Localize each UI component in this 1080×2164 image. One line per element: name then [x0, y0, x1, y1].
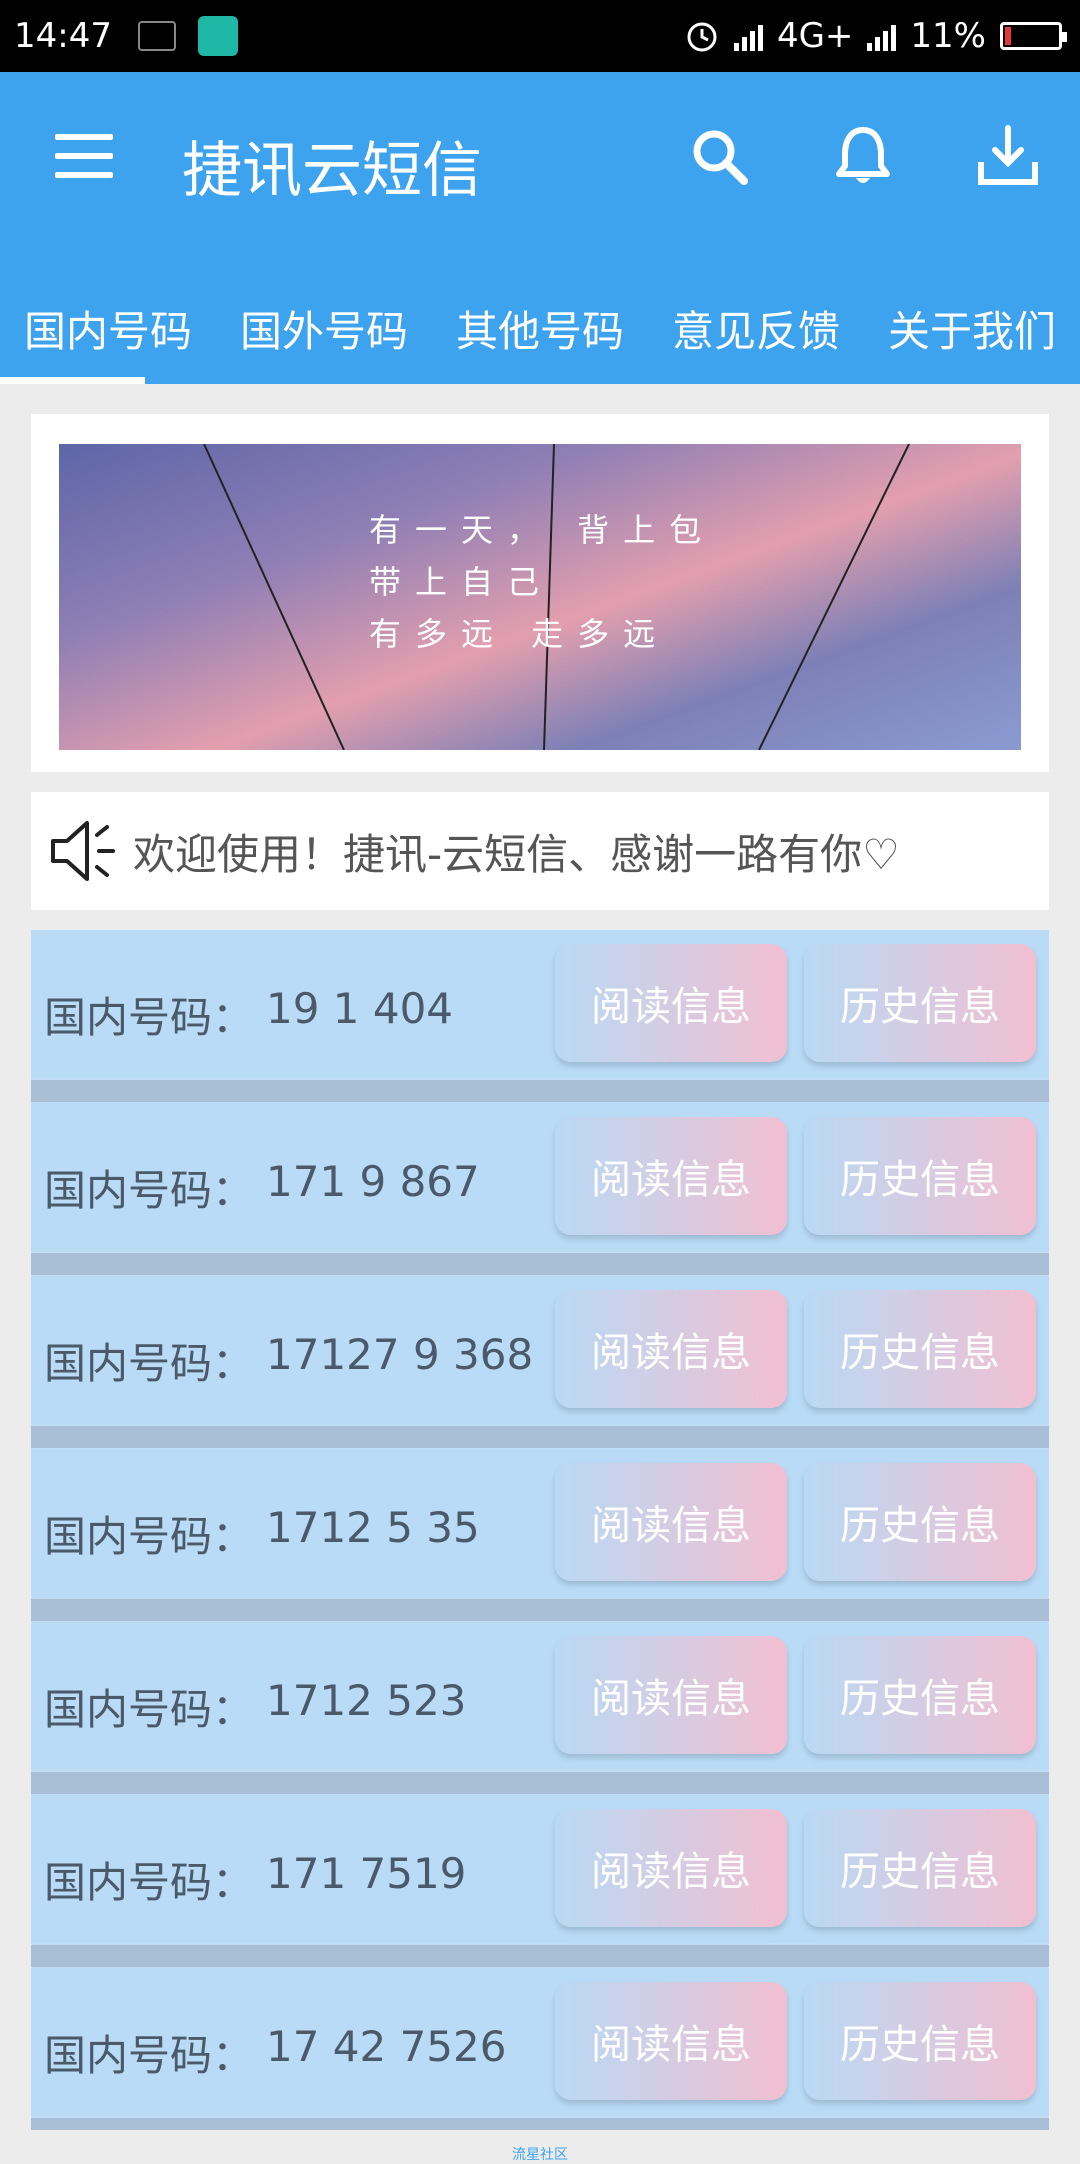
number-row: 国内号码： 1712 523 阅读信息 历史信息: [31, 1622, 1049, 1770]
app-bar: 捷讯云短信 国内号码 国外号码 其他号码 意见反馈 关于我们: [0, 72, 1080, 384]
row-divider: [31, 1253, 1049, 1275]
number-label: 国内号码：: [44, 1512, 255, 1561]
status-time: 14:47: [14, 16, 112, 56]
number-label: 国内号码：: [44, 993, 255, 1042]
row-divider: [31, 1426, 1049, 1448]
history-messages-button[interactable]: 历史信息: [804, 1809, 1036, 1927]
signal-icon-2: [867, 21, 897, 51]
number-label: 国内号码：: [44, 1858, 255, 1907]
history-messages-button[interactable]: 历史信息: [804, 1982, 1036, 2100]
phone-number: 1712 523: [266, 1676, 467, 1725]
number-list: 国内号码： 19 1 404 阅读信息 历史信息 国内号码： 171 9 867…: [31, 930, 1049, 2130]
number-row: 国内号码： 19 1 404 阅读信息 历史信息: [31, 930, 1049, 1078]
notification-bell-icon[interactable]: [828, 122, 898, 192]
history-messages-button[interactable]: 历史信息: [804, 1636, 1036, 1754]
notice-text: 欢迎使用！捷讯-云短信、感谢一路有你♡: [133, 829, 900, 879]
poem-line: 有多远 走多远: [369, 615, 670, 653]
row-divider: [31, 1772, 1049, 1794]
poem-line: 带上自己: [369, 563, 554, 601]
tab-other[interactable]: 其他号码: [432, 282, 648, 384]
network-type: 4G+: [776, 16, 854, 56]
row-divider: [31, 2118, 1049, 2130]
read-messages-button[interactable]: 阅读信息: [555, 1636, 787, 1754]
download-icon[interactable]: [973, 122, 1043, 192]
read-messages-button[interactable]: 阅读信息: [555, 1117, 787, 1235]
tab-bar: 国内号码 国外号码 其他号码 意见反馈 关于我们: [0, 282, 1080, 384]
read-messages-button[interactable]: 阅读信息: [555, 1290, 787, 1408]
speaker-icon: [51, 821, 115, 881]
signal-icon: [733, 21, 763, 51]
tab-feedback[interactable]: 意见反馈: [648, 282, 864, 384]
row-divider: [31, 1080, 1049, 1102]
banner-poem: 有一天， 背上包 带上自己 有多远 走多远: [369, 504, 715, 660]
banner-image[interactable]: 有一天， 背上包 带上自己 有多远 走多远: [59, 444, 1021, 750]
scan-notification-icon: [197, 16, 238, 56]
tab-domestic[interactable]: 国内号码: [0, 282, 216, 384]
number-row: 国内号码： 171 7519 阅读信息 历史信息: [31, 1795, 1049, 1943]
read-messages-button[interactable]: 阅读信息: [555, 1982, 787, 2100]
search-icon[interactable]: [685, 122, 755, 192]
number-row: 国内号码： 17127 9 368 阅读信息 历史信息: [31, 1276, 1049, 1424]
history-messages-button[interactable]: 历史信息: [804, 1290, 1036, 1408]
phone-number: 171 7519: [266, 1849, 467, 1898]
tab-foreign[interactable]: 国外号码: [216, 282, 432, 384]
battery-icon: [1000, 22, 1067, 50]
battery-percent: 11%: [910, 16, 986, 56]
active-tab-indicator: [0, 377, 145, 384]
number-row: 国内号码： 171 9 867 阅读信息 历史信息: [31, 1103, 1049, 1251]
row-divider: [31, 1945, 1049, 1967]
notice-bar: 欢迎使用！捷讯-云短信、感谢一路有你♡: [31, 792, 1049, 910]
number-row: 国内号码： 17 42 7526 阅读信息 历史信息: [31, 1968, 1049, 2116]
history-messages-button[interactable]: 历史信息: [804, 944, 1036, 1062]
watermark: 流星社区: [512, 2147, 568, 2163]
read-messages-button[interactable]: 阅读信息: [555, 1809, 787, 1927]
battery-level: [1005, 27, 1011, 45]
phone-number: 19 1 404: [266, 984, 454, 1033]
number-label: 国内号码：: [44, 1166, 255, 1215]
status-bar: 14:47 4G+ 11%: [0, 0, 1080, 72]
number-row: 国内号码： 1712 5 35 阅读信息 历史信息: [31, 1449, 1049, 1597]
phone-number: 1712 5 35: [266, 1503, 480, 1552]
history-messages-button[interactable]: 历史信息: [804, 1463, 1036, 1581]
app-notification-icon: [137, 21, 176, 51]
history-messages-button[interactable]: 历史信息: [804, 1117, 1036, 1235]
read-messages-button[interactable]: 阅读信息: [555, 1463, 787, 1581]
tab-about[interactable]: 关于我们: [864, 282, 1080, 384]
phone-number: 17 42 7526: [266, 2022, 507, 2071]
menu-icon[interactable]: [55, 134, 113, 178]
number-label: 国内号码：: [44, 2031, 255, 2080]
number-label: 国内号码：: [44, 1339, 255, 1388]
poem-line: 有一天， 背上包: [369, 511, 716, 549]
banner-card: 有一天， 背上包 带上自己 有多远 走多远: [31, 414, 1049, 772]
number-label: 国内号码：: [44, 1685, 255, 1734]
alarm-icon: [687, 22, 717, 52]
app-title: 捷讯云短信: [182, 136, 482, 206]
row-divider: [31, 1599, 1049, 1621]
read-messages-button[interactable]: 阅读信息: [555, 944, 787, 1062]
phone-number: 17127 9 368: [266, 1330, 534, 1379]
phone-number: 171 9 867: [266, 1157, 480, 1206]
